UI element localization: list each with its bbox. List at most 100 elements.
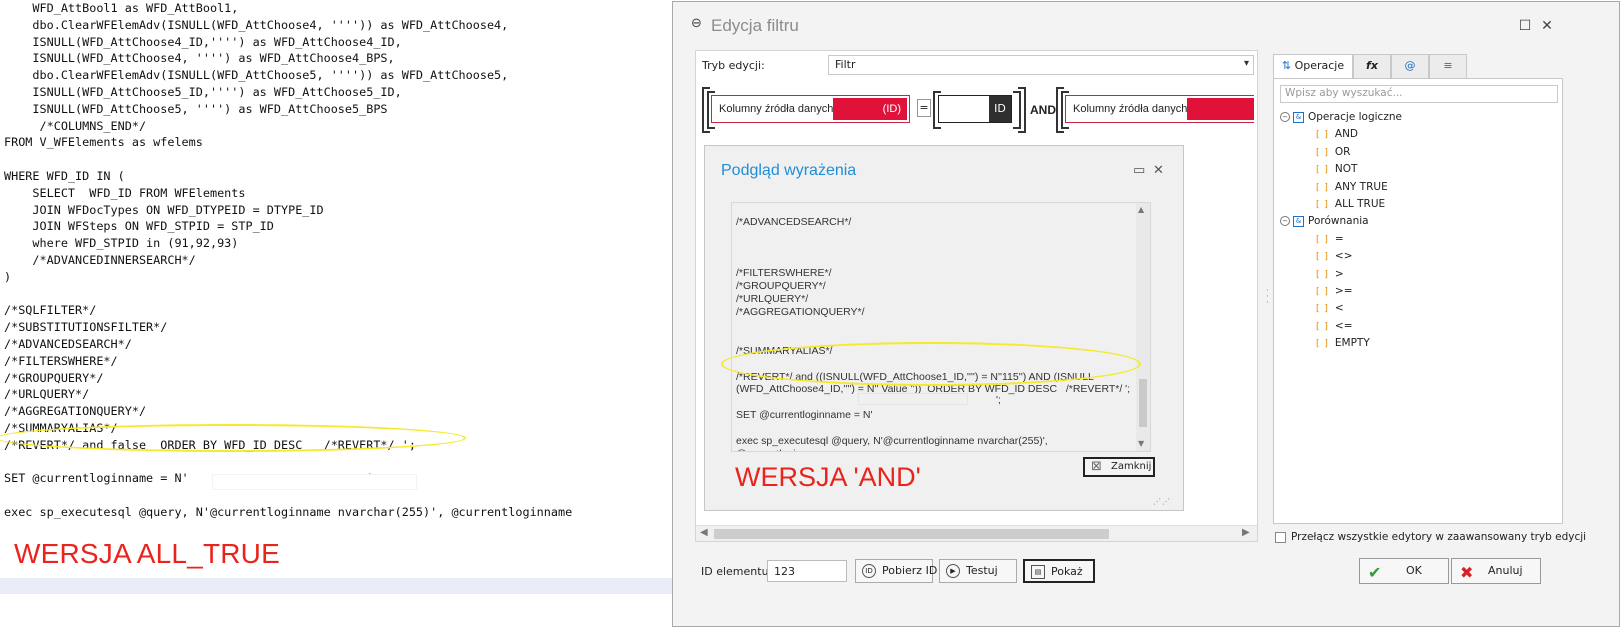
preview-icon: ▤ [1031, 565, 1045, 579]
cancel-button[interactable]: ✖ Anuluj [1451, 558, 1541, 584]
dialog-titlebar[interactable]: ⊖ Edycja filtru ☐ ✕ [673, 2, 1619, 44]
scroll-left-icon[interactable]: ◀ [700, 527, 708, 538]
close-icon[interactable]: ✕ [1153, 163, 1164, 178]
value-input-1[interactable]: ID [938, 95, 1012, 123]
sql-line: /*COLUMNS_END*/ [4, 118, 147, 133]
tree-item-label: <> [1334, 250, 1353, 263]
tree-item-label: = [1334, 232, 1344, 245]
tree-item[interactable]: [ ] ALL TRUE [1280, 196, 1402, 213]
tree-item[interactable]: [ ] AND [1280, 126, 1402, 143]
tree-item-label: < [1334, 302, 1344, 315]
tree-item[interactable]: [ ] >= [1280, 283, 1402, 300]
and-operator[interactable]: AND [1030, 103, 1056, 117]
sql-line: where WFD_STPID in (91,92,93) [4, 236, 239, 251]
sql-line: ISNULL(WFD_AttChoose5_ID,'''') as WFD_At… [4, 84, 402, 99]
scroll-down-icon[interactable]: ▼ [1138, 439, 1144, 448]
maximize-icon[interactable]: ☐ [1517, 18, 1533, 34]
fetch-id-button[interactable]: ID Pobierz ID [855, 559, 937, 583]
tree-group[interactable]: − & Operacje logiczne [1280, 109, 1402, 126]
tree-item[interactable]: [ ] EMPTY [1280, 335, 1402, 352]
chevron-down-icon: ▾ [1243, 58, 1249, 69]
sql-line: /*AGGREGATIONQUERY*/ [4, 404, 147, 419]
sql-line: ISNULL(WFD_AttChoose4, '''') as WFD_AttC… [4, 51, 395, 66]
column-selector-1[interactable]: Kolumny źródła danych (ID) [711, 95, 910, 123]
ok-button[interactable]: ✔ OK [1359, 558, 1449, 584]
scroll-thumb[interactable] [714, 529, 1109, 539]
column-selector-1-value: (ID) [833, 98, 907, 120]
preview-line [736, 229, 1131, 242]
operator-icon: [ ] [1316, 130, 1329, 141]
test-button[interactable]: ▶ Testuj [939, 559, 1017, 583]
tree-group-label: Porównania [1308, 215, 1369, 228]
fetch-id-icon: ID [862, 564, 876, 578]
sql-line: /*REVERT*/ and false ORDER BY WFD_ID DES… [4, 437, 416, 452]
edit-mode-select[interactable]: Filtr ▾ [828, 55, 1254, 75]
preview-line: /*URLQUERY*/ [736, 293, 809, 306]
filter-expression-row: Kolumny źródła danych (ID) = ID AND Kolu… [702, 87, 1254, 135]
tree-item[interactable]: [ ] OR [1280, 144, 1402, 161]
scroll-up-icon[interactable]: ▲ [1138, 205, 1144, 214]
preview-scrollbar[interactable]: ▲ ▼ [1136, 203, 1150, 451]
close-icon: ⊠ [1091, 459, 1102, 474]
show-button[interactable]: ▤ Pokaż [1023, 559, 1095, 583]
maximize-icon[interactable]: ▭ [1133, 163, 1145, 178]
operator-icon: [ ] [1316, 165, 1329, 176]
close-icon[interactable]: ✕ [1539, 18, 1555, 34]
preview-textarea[interactable]: /*ADVANCEDSEARCH*/ /*FILTERSWHERE*//*GROU… [731, 202, 1151, 452]
group-icon: & [1293, 111, 1304, 123]
preview-line: /*FILTERSWHERE*/ [736, 267, 832, 280]
tab-list[interactable]: ≡ [1429, 54, 1467, 78]
preview-line [736, 255, 1131, 268]
value-input-1-suffix: ID [989, 96, 1011, 122]
preview-line: @currentloginname [736, 448, 1131, 451]
tree-item-label: >= [1334, 284, 1353, 297]
sql-line: dbo.ClearWFElemAdv(ISNULL(WFD_AttChoose4… [4, 17, 509, 32]
sql-line: SELECT WFD_ID FROM WFElements [4, 185, 246, 200]
sql-line: /*SQLFILTER*/ [4, 303, 97, 318]
preview-line [736, 242, 1131, 255]
sql-editor[interactable]: WFD_AttBool1 as WFD_AttBool1, dbo.ClearW… [0, 0, 672, 628]
preview-lines: /*ADVANCEDSEARCH*/ /*FILTERSWHERE*//*GROU… [736, 203, 1131, 451]
link-icon: ⊖ [691, 16, 702, 31]
redacted-login [858, 393, 968, 405]
preview-line [736, 203, 1131, 216]
dialog-footer: ID elementu: 123 ID Pobierz ID ▶ Testuj ▤ P… [673, 552, 1619, 592]
tree-item[interactable]: [ ] < [1280, 300, 1402, 317]
scroll-thumb[interactable] [1139, 379, 1147, 427]
scroll-right-icon[interactable]: ▶ [1242, 527, 1250, 538]
tab-variables[interactable]: @ [1391, 54, 1429, 78]
tree-item-label: EMPTY [1334, 337, 1370, 350]
sql-line: /*ADVANCEDINNERSEARCH*/ [4, 252, 196, 267]
tree-group[interactable]: − & Porównania [1280, 213, 1402, 230]
highlight-ellipse-and [721, 342, 1141, 386]
tree-item[interactable]: [ ] ANY TRUE [1280, 179, 1402, 196]
operations-tree-box: Wpisz aby wyszukać... − & Operacje logiczn… [1273, 78, 1563, 524]
element-id-input[interactable]: 123 [767, 560, 847, 582]
tree-item[interactable]: [ ] > [1280, 266, 1402, 283]
operations-search-input[interactable]: Wpisz aby wyszukać... [1280, 85, 1558, 103]
operator-icon: [ ] [1316, 269, 1329, 280]
collapse-icon[interactable]: − [1280, 216, 1290, 227]
close-preview-button[interactable]: ⊠ Zamknij [1083, 457, 1155, 477]
collapse-icon[interactable]: − [1280, 112, 1290, 122]
sql-line: dbo.ClearWFElemAdv(ISNULL(WFD_AttChoose5… [4, 68, 509, 83]
advanced-mode-checkbox[interactable]: Przełącz wszystkie edytory w zaawansowan… [1275, 531, 1586, 543]
splitter-handle[interactable]: · · · [1266, 287, 1269, 308]
resize-grip-icon[interactable]: ⋰⋰ [1153, 497, 1171, 506]
tab-functions[interactable]: fx [1353, 54, 1391, 78]
sql-line: ISNULL(WFD_AttChoose4_ID,'''') as WFD_At… [4, 34, 402, 49]
tab-operations[interactable]: ⇅ Operacje [1273, 54, 1353, 80]
editor-hscrollbar[interactable]: ◀ ▶ [696, 525, 1257, 541]
tree-item[interactable]: [ ] NOT [1280, 161, 1402, 178]
filter-edit-dialog: ⊖ Edycja filtru ☐ ✕ Tryb edycji: Filtr ▾… [672, 1, 1620, 627]
column-selector-2-value [1187, 98, 1254, 120]
sql-line: FROM V_WFElements as wfelems [4, 135, 203, 150]
sql-line: JOIN WFDocTypes ON WFD_DTYPEID = DTYPE_I… [4, 202, 324, 217]
tree-item[interactable]: [ ] <= [1280, 318, 1402, 335]
tree-item[interactable]: [ ] <> [1280, 248, 1402, 265]
operator-equals[interactable]: = [917, 99, 931, 117]
redacted-login [212, 474, 417, 490]
tree-item[interactable]: [ ] = [1280, 231, 1402, 248]
column-selector-2[interactable]: Kolumny źródła danych [1065, 95, 1254, 123]
operator-icon: [ ] [1316, 234, 1329, 245]
